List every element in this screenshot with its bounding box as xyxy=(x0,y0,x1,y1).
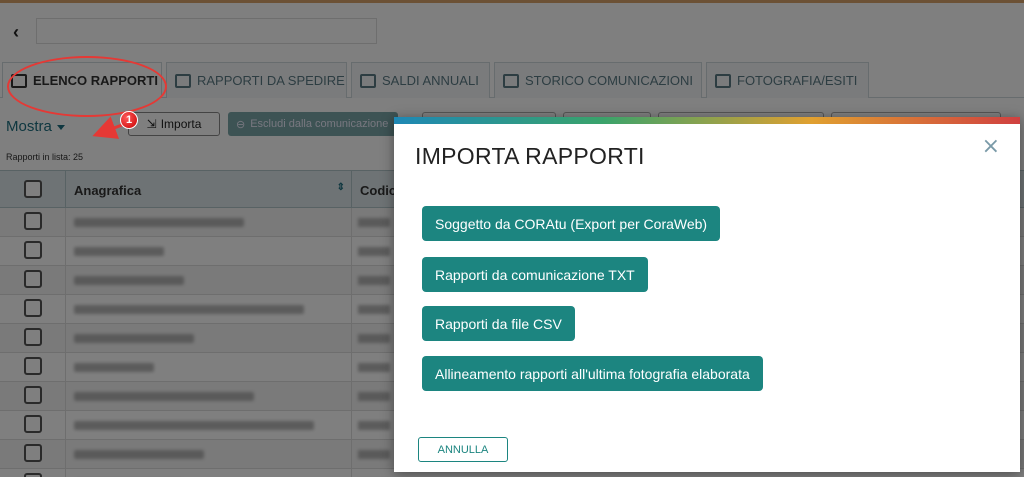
importa-rapporti-modal: IMPORTA RAPPORTI × Soggetto da CORAtu (E… xyxy=(394,117,1020,472)
import-csv-button[interactable]: Rapporti da file CSV xyxy=(422,306,575,341)
step-badge-1: 1 xyxy=(120,111,138,129)
close-icon[interactable]: × xyxy=(982,134,1000,159)
highlight-ellipse xyxy=(7,56,167,117)
cancel-button[interactable]: ANNULLA xyxy=(418,437,508,462)
modal-title: IMPORTA RAPPORTI xyxy=(415,143,645,169)
allineamento-fotografia-button[interactable]: Allineamento rapporti all'ultima fotogra… xyxy=(422,356,763,391)
modal-accent-bar xyxy=(394,117,1020,124)
import-txt-button[interactable]: Rapporti da comunicazione TXT xyxy=(422,257,648,292)
import-coratu-button[interactable]: Soggetto da CORAtu (Export per CoraWeb) xyxy=(422,206,721,241)
